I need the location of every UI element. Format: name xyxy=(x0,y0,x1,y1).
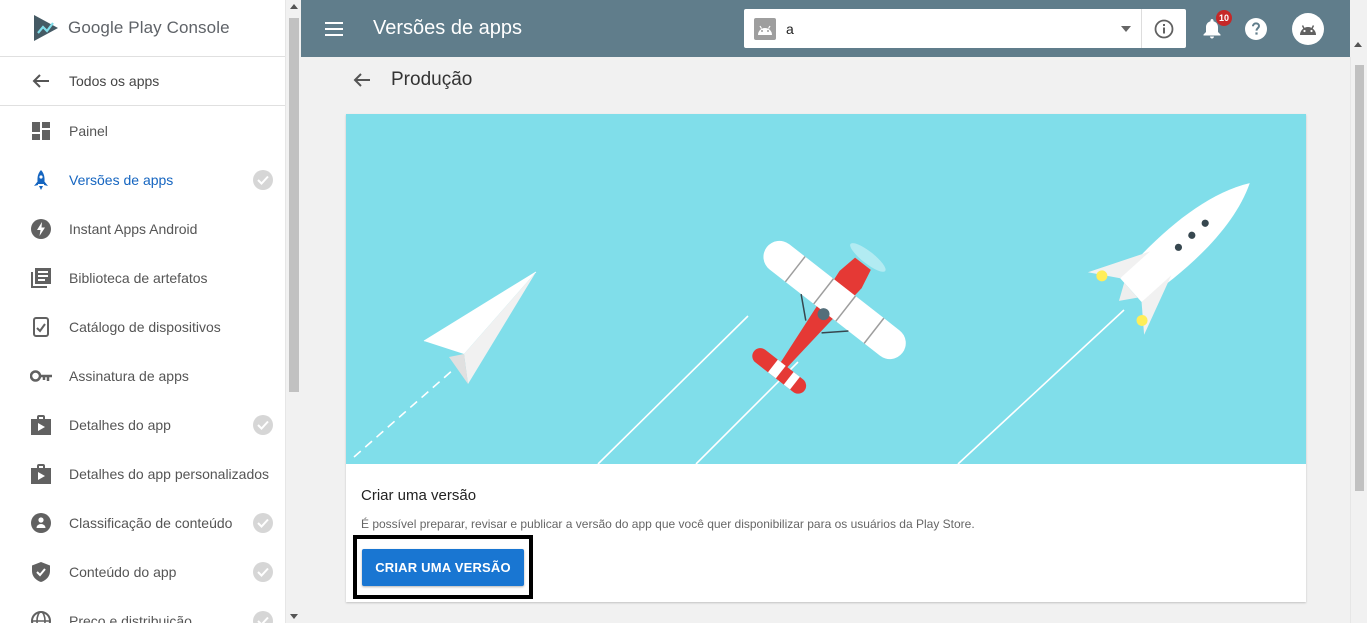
sidebar-scrollbar[interactable] xyxy=(285,0,301,623)
info-icon[interactable] xyxy=(1142,19,1186,39)
sidebar-item-label: Assinatura de apps xyxy=(69,367,189,384)
sidebar-item-label: Conteúdo do app xyxy=(69,563,177,580)
sidebar-item-label: Classificação de conteúdo xyxy=(69,514,233,531)
sidebar-item-conteudo[interactable]: Conteúdo do app xyxy=(0,547,285,596)
scrollbar-thumb[interactable] xyxy=(1355,65,1364,491)
bolt-icon xyxy=(30,218,52,240)
sidebar-item-instant-apps[interactable]: Instant Apps Android xyxy=(0,204,285,253)
check-circle-icon xyxy=(253,512,273,533)
help-icon[interactable] xyxy=(1244,17,1268,41)
brand-logo[interactable]: Google Play Console xyxy=(0,0,285,57)
chevron-down-icon[interactable] xyxy=(1121,25,1131,32)
sidebar-item-label: Detalhes do app personalizados xyxy=(69,465,270,482)
sidebar-item-label: Instant Apps Android xyxy=(69,220,198,237)
sidebar-item-label: Detalhes do app xyxy=(69,416,171,433)
sidebar-item-label: Painel xyxy=(69,122,108,139)
check-circle-icon xyxy=(253,610,273,623)
scroll-down-arrow-icon[interactable] xyxy=(290,614,298,619)
notifications-badge: 10 xyxy=(1216,10,1232,26)
play-bag-icon xyxy=(30,463,52,485)
sidebar-item-label: Versões de apps xyxy=(69,171,174,188)
card-description: É possível preparar, revisar e publicar … xyxy=(361,517,975,531)
sidebar-item-label: Preço e distribuição xyxy=(69,612,192,623)
create-release-card: Criar uma versão É possível preparar, re… xyxy=(346,114,1306,602)
check-circle-icon xyxy=(253,561,273,582)
sidebar-item-biblioteca[interactable]: Biblioteca de artefatos xyxy=(0,253,285,302)
sidebar-item-versoes-de-apps[interactable]: Versões de apps xyxy=(0,155,285,204)
dashboard-icon xyxy=(30,120,52,142)
globe-icon xyxy=(30,610,52,623)
main-content: Produção Criar uma versão É possível pre… xyxy=(301,57,1350,623)
sidebar-item-label: Catálogo de dispositivos xyxy=(69,318,221,335)
rating-icon xyxy=(30,512,52,534)
check-circle-icon xyxy=(253,169,273,190)
card-title: Criar uma versão xyxy=(361,487,477,504)
page-title: Versões de apps xyxy=(373,17,522,39)
sidebar-item-classificacao[interactable]: Classificação de conteúdo xyxy=(0,498,285,547)
play-console-logo-icon xyxy=(34,15,58,41)
app-root: Google Play Console Todos os apps Painel… xyxy=(0,0,1367,623)
scroll-up-arrow-icon[interactable] xyxy=(1354,42,1362,47)
menu-icon[interactable] xyxy=(325,21,349,36)
main-scrollbar[interactable] xyxy=(1350,57,1367,623)
play-bag-icon xyxy=(30,414,52,436)
app-selector-value: a xyxy=(786,20,794,37)
scrollbar-thumb[interactable] xyxy=(289,18,299,392)
sidebar-item-detalhes-personalizados[interactable]: Detalhes do app personalizados xyxy=(0,449,285,498)
arrow-back-icon xyxy=(30,73,52,89)
sidebar-item-assinatura[interactable]: Assinatura de apps xyxy=(0,351,285,400)
sidebar-item-preco[interactable]: Preço e distribuição xyxy=(0,596,285,623)
sidebar-item-painel[interactable]: Painel xyxy=(0,106,285,155)
all-apps-label: Todos os apps xyxy=(69,73,160,89)
android-icon xyxy=(1300,25,1316,35)
top-app-bar: Versões de apps a 10 xyxy=(301,0,1350,57)
brand-name: Google Play Console xyxy=(68,18,230,37)
device-icon xyxy=(30,316,52,338)
check-circle-icon xyxy=(253,414,273,435)
create-release-button[interactable]: CRIAR UMA VERSÃO xyxy=(362,549,524,586)
all-apps-link[interactable]: Todos os apps xyxy=(0,57,285,106)
account-avatar[interactable] xyxy=(1292,13,1324,45)
section-header: Produção xyxy=(353,69,472,91)
rocket-icon xyxy=(30,169,52,191)
sidebar-item-catalogo[interactable]: Catálogo de dispositivos xyxy=(0,302,285,351)
shield-icon xyxy=(30,561,52,583)
notifications-bell-icon[interactable]: 10 xyxy=(1200,10,1232,41)
scroll-up-arrow-icon[interactable] xyxy=(290,4,298,9)
app-selector[interactable]: a xyxy=(744,9,1186,48)
release-illustration xyxy=(346,114,1306,464)
key-icon xyxy=(30,365,52,387)
section-title: Produção xyxy=(391,69,473,90)
sidebar-item-detalhes[interactable]: Detalhes do app xyxy=(0,400,285,449)
sidebar-item-label: Biblioteca de artefatos xyxy=(69,269,208,286)
arrow-back-icon[interactable] xyxy=(353,72,375,88)
library-icon xyxy=(30,267,52,289)
sidebar: Google Play Console Todos os apps Painel… xyxy=(0,0,285,623)
android-app-icon xyxy=(754,17,776,40)
